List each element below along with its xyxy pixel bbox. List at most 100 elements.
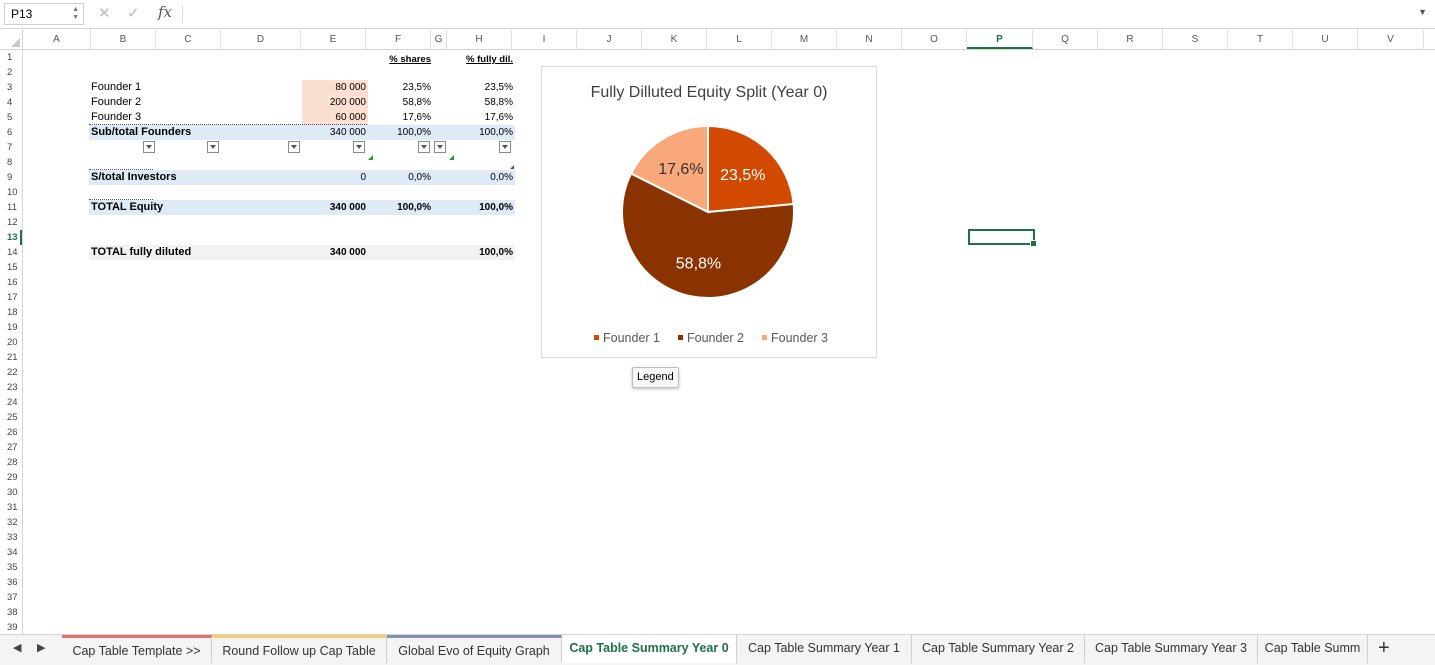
filter-dropdown-c[interactable]: [207, 141, 219, 153]
column-header-h[interactable]: H: [447, 30, 512, 49]
column-header-v[interactable]: V: [1358, 30, 1424, 49]
column-header-l[interactable]: L: [707, 30, 772, 49]
row-header-7[interactable]: 7: [0, 140, 22, 155]
legend-entry-3[interactable]: Founder 3: [771, 331, 828, 345]
row-header-24[interactable]: 24: [0, 395, 22, 410]
filter-dropdown-d[interactable]: [288, 141, 300, 153]
column-header-b[interactable]: B: [91, 30, 156, 49]
column-header-d[interactable]: D: [221, 30, 301, 49]
column-header-o[interactable]: O: [902, 30, 967, 49]
column-header-n[interactable]: N: [837, 30, 902, 49]
next-sheet-icon[interactable]: ▶: [37, 641, 45, 654]
row-header-27[interactable]: 27: [0, 440, 22, 455]
row-header-14[interactable]: 14: [0, 245, 22, 260]
comment-indicator-g[interactable]: [449, 155, 454, 160]
row-header-15[interactable]: 15: [0, 260, 22, 275]
legend-entry-2[interactable]: Founder 2: [687, 331, 744, 345]
row-header-6[interactable]: 6: [0, 125, 22, 140]
column-header-p[interactable]: P: [967, 30, 1033, 49]
legend-entry-1[interactable]: Founder 1: [603, 331, 660, 345]
filter-dropdown-f[interactable]: [418, 141, 430, 153]
filter-dropdown-b[interactable]: [143, 141, 155, 153]
column-header-r[interactable]: R: [1098, 30, 1163, 49]
column-header-m[interactable]: M: [772, 30, 837, 49]
formula-input[interactable]: [190, 6, 1410, 22]
column-header-k[interactable]: K: [642, 30, 707, 49]
founder-1-shares[interactable]: 80 000: [300, 80, 366, 95]
selected-cell-p13[interactable]: [968, 229, 1037, 247]
row-header-30[interactable]: 30: [0, 485, 22, 500]
pie-chart[interactable]: Fully Dilluted Equity Split (Year 0) 23,…: [541, 66, 877, 358]
row-header-16[interactable]: 16: [0, 275, 22, 290]
sheet-tab-4[interactable]: Cap Table Summary Year 0: [562, 635, 737, 663]
row-header-10[interactable]: 10: [0, 185, 22, 200]
insert-function-icon[interactable]: fx: [158, 3, 172, 21]
sheet-tab-7[interactable]: Cap Table Summary Year 3: [1085, 635, 1258, 663]
add-sheet-icon[interactable]: +: [1378, 637, 1390, 660]
comment-indicator-h[interactable]: [510, 165, 514, 169]
row-header-35[interactable]: 35: [0, 560, 22, 575]
founder-3-shares[interactable]: 60 000: [300, 110, 366, 125]
column-header-u[interactable]: U: [1293, 30, 1358, 49]
sheet-tab-5[interactable]: Cap Table Summary Year 1: [737, 635, 912, 663]
column-header-a[interactable]: A: [23, 30, 91, 49]
row-header-5[interactable]: 5: [0, 110, 22, 125]
row-header-23[interactable]: 23: [0, 380, 22, 395]
row-header-1[interactable]: 1: [0, 50, 22, 65]
row-header-38[interactable]: 38: [0, 605, 22, 620]
row-header-21[interactable]: 21: [0, 350, 22, 365]
row-header-13[interactable]: 13: [0, 230, 22, 245]
row-header-36[interactable]: 36: [0, 575, 22, 590]
row-header-31[interactable]: 31: [0, 500, 22, 515]
sheet-tab-2[interactable]: Round Follow up Cap Table: [212, 635, 387, 663]
row-header-3[interactable]: 3: [0, 80, 22, 95]
row-header-8[interactable]: 8: [0, 155, 22, 170]
name-box[interactable]: P13 ▲ ▼: [4, 3, 84, 25]
filter-dropdown-h[interactable]: [499, 141, 511, 153]
column-header-i[interactable]: I: [512, 30, 577, 49]
filter-dropdown-e[interactable]: [353, 141, 365, 153]
expand-formula-bar-icon[interactable]: ▼: [1418, 7, 1427, 17]
row-header-19[interactable]: 19: [0, 320, 22, 335]
row-header-33[interactable]: 33: [0, 530, 22, 545]
row-header-20[interactable]: 20: [0, 335, 22, 350]
confirm-icon[interactable]: ✓: [127, 4, 140, 22]
row-header-12[interactable]: 12: [0, 215, 22, 230]
column-header-g[interactable]: G: [431, 30, 447, 49]
founder-1-pct-fully: 23,5%: [484, 82, 513, 93]
row-header-22[interactable]: 22: [0, 365, 22, 380]
column-header-f[interactable]: F: [366, 30, 431, 49]
column-header-s[interactable]: S: [1163, 30, 1228, 49]
row-header-9[interactable]: 9: [0, 170, 22, 185]
column-header-c[interactable]: C: [156, 30, 221, 49]
row-header-26[interactable]: 26: [0, 425, 22, 440]
row-header-29[interactable]: 29: [0, 470, 22, 485]
column-header-t[interactable]: T: [1228, 30, 1293, 49]
row-header-2[interactable]: 2: [0, 65, 22, 80]
row-header-32[interactable]: 32: [0, 515, 22, 530]
filter-dropdown-g[interactable]: [434, 141, 446, 153]
name-box-stepper-icon[interactable]: ▲ ▼: [72, 6, 79, 22]
row-header-18[interactable]: 18: [0, 305, 22, 320]
row-header-28[interactable]: 28: [0, 455, 22, 470]
row-header-11[interactable]: 11: [0, 200, 22, 215]
sheet-tab-3[interactable]: Global Evo of Equity Graph: [387, 635, 562, 663]
sheet-tab-1[interactable]: Cap Table Template >>: [62, 635, 212, 663]
row-header-25[interactable]: 25: [0, 410, 22, 425]
previous-sheet-icon[interactable]: ◀: [13, 641, 21, 654]
select-all-corner[interactable]: [0, 30, 23, 49]
column-header-j[interactable]: J: [577, 30, 642, 49]
row-header-17[interactable]: 17: [0, 290, 22, 305]
row-header-34[interactable]: 34: [0, 545, 22, 560]
column-header-e[interactable]: E: [301, 30, 366, 49]
founder-2-shares[interactable]: 200 000: [300, 95, 366, 110]
sheet-tab-6[interactable]: Cap Table Summary Year 2: [912, 635, 1085, 663]
row-header-39[interactable]: 39: [0, 620, 22, 635]
founder-2-pct-fully: 58,8%: [484, 97, 513, 108]
row-header-37[interactable]: 37: [0, 590, 22, 605]
column-header-q[interactable]: Q: [1033, 30, 1098, 49]
comment-indicator-e[interactable]: [368, 155, 373, 160]
cancel-icon[interactable]: ✕: [98, 4, 111, 22]
row-header-4[interactable]: 4: [0, 95, 22, 110]
sheet-tab-8[interactable]: Cap Table Summ: [1258, 635, 1368, 663]
